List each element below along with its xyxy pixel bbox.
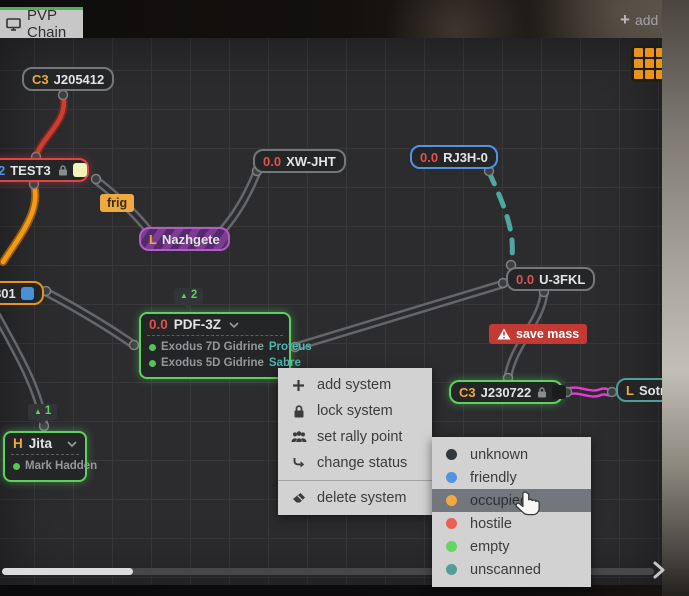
status-item-unscanned[interactable]: unscanned xyxy=(432,558,591,581)
system-class: L xyxy=(149,232,157,247)
status-square-blue xyxy=(21,287,34,300)
menu-item-delete-system[interactable]: delete system xyxy=(278,485,432,511)
system-context-menu: add system lock system set rally point c… xyxy=(278,368,432,515)
system-node-pdf-3z[interactable]: 0.0 PDF-3Z Exodus 7D Gidrine Proteus Exo… xyxy=(139,312,291,379)
status-item-occupied[interactable]: occupied xyxy=(432,489,591,512)
pilot-row: Exodus 7D Gidrine Proteus xyxy=(149,339,281,355)
system-security: 0.0 xyxy=(516,272,534,287)
system-class: C3 xyxy=(459,385,476,400)
status-item-empty[interactable]: empty xyxy=(432,535,591,558)
system-node-rj3h-0[interactable]: 0.0 RJ3H-0 xyxy=(410,145,498,169)
pilot-count-badge: ▲ 1 xyxy=(28,404,57,420)
system-node-test3[interactable]: 2 TEST3 xyxy=(0,158,89,182)
scroll-right-chevron-icon[interactable] xyxy=(652,560,666,585)
menu-item-lock-system[interactable]: lock system xyxy=(278,398,432,424)
arrow-up-icon: ▲ xyxy=(34,408,42,416)
pilot-name: Exodus 7D Gidrine xyxy=(161,341,264,353)
system-node-u-3fkl[interactable]: 0.0 U-3FKL xyxy=(506,267,595,291)
system-node-801[interactable]: 801 xyxy=(0,281,44,305)
system-node-sotrenz[interactable]: L Sotrenz xyxy=(616,378,662,402)
chevron-down-icon[interactable] xyxy=(229,322,239,328)
plus-icon: + xyxy=(620,11,630,28)
tab-pvp-chain[interactable]: PVP Chain xyxy=(0,7,83,38)
system-security: 0.0 xyxy=(263,154,281,169)
system-class: H xyxy=(13,436,23,451)
horizontal-scrollbar-thumb[interactable] xyxy=(2,568,133,575)
system-name: J205412 xyxy=(54,72,105,87)
warning-icon xyxy=(497,328,511,340)
status-item-unknown[interactable]: unknown xyxy=(432,443,591,466)
system-name: RJ3H-0 xyxy=(443,150,488,165)
eraser-icon xyxy=(290,492,307,504)
system-security: 0.0 xyxy=(420,150,438,165)
system-class: L xyxy=(626,383,634,398)
frig-connection-label: frig xyxy=(100,194,134,212)
pilot-row: Mark Hadden xyxy=(13,458,77,474)
ship-type: Proteus xyxy=(269,341,312,353)
pilot-name: Mark Hadden xyxy=(25,460,97,472)
system-node-j230722[interactable]: C3 J230722 xyxy=(449,380,563,404)
system-name: U-3FKL xyxy=(539,272,585,287)
menu-item-change-status[interactable]: change status xyxy=(278,450,432,476)
plus-icon xyxy=(290,379,307,392)
space-background-right xyxy=(662,0,689,596)
tab-label: PVP Chain xyxy=(27,7,83,41)
system-name: TEST3 xyxy=(10,163,50,178)
menu-item-add-system[interactable]: add system xyxy=(278,372,432,398)
system-security: 0.0 xyxy=(149,317,168,332)
divider xyxy=(11,454,79,455)
system-node-jita[interactable]: H Jita Mark Hadden xyxy=(3,431,87,482)
space-background-top xyxy=(0,0,689,38)
status-item-hostile[interactable]: hostile xyxy=(432,512,591,535)
curved-arrow-icon xyxy=(290,457,307,469)
lock-icon xyxy=(58,165,68,176)
monitor-icon xyxy=(6,18,21,31)
status-dot-icon xyxy=(446,472,457,483)
system-name: J230722 xyxy=(481,385,532,400)
divider xyxy=(147,335,283,336)
status-dot-icon xyxy=(446,495,457,506)
lock-icon xyxy=(537,387,547,398)
lock-icon xyxy=(290,405,307,418)
pathfinder-app: PVP Chain + add xyxy=(0,0,689,596)
status-dot-icon xyxy=(446,564,457,575)
pilot-name: Exodus 5D Gidrine xyxy=(161,357,264,369)
pilot-row: Exodus 5D Gidrine Sabre xyxy=(149,355,281,371)
status-item-friendly[interactable]: friendly xyxy=(432,466,591,489)
system-node-xw-jht[interactable]: 0.0 XW-JHT xyxy=(253,149,346,173)
status-submenu: unknown friendly occupied hostile empty … xyxy=(432,437,591,587)
pilot-count-badge: ▲ 2 xyxy=(174,288,203,304)
system-node-j205412[interactable]: C3 J205412 xyxy=(22,67,114,91)
menu-separator xyxy=(278,480,432,481)
system-name: Jita xyxy=(29,436,52,451)
add-map-button[interactable]: + add xyxy=(620,11,658,28)
grid-layout-button[interactable] xyxy=(631,45,662,82)
system-name: Sotrenz xyxy=(639,383,662,398)
status-dot-icon xyxy=(446,541,457,552)
status-dot-icon xyxy=(446,518,457,529)
menu-item-set-rally-point[interactable]: set rally point xyxy=(278,424,432,450)
system-node-nazhgete[interactable]: L Nazhgete xyxy=(139,227,230,251)
users-icon xyxy=(290,431,307,443)
system-name: 801 xyxy=(0,286,16,301)
online-dot-icon xyxy=(149,344,156,351)
system-name: XW-JHT xyxy=(286,154,336,169)
system-class: C3 xyxy=(32,72,49,87)
add-label: add xyxy=(635,12,658,28)
arrow-up-icon: ▲ xyxy=(180,292,188,300)
online-dot-icon xyxy=(149,360,156,367)
status-dot-icon xyxy=(446,449,457,460)
online-dot-icon xyxy=(13,463,20,470)
system-prefix: 2 xyxy=(0,163,5,178)
system-name: PDF-3Z xyxy=(174,317,221,332)
status-square-dark xyxy=(552,385,566,399)
save-mass-badge: save mass xyxy=(489,324,587,344)
system-name: Nazhgete xyxy=(162,232,220,247)
status-square-yellow xyxy=(73,163,87,177)
chevron-down-icon[interactable] xyxy=(67,441,77,447)
